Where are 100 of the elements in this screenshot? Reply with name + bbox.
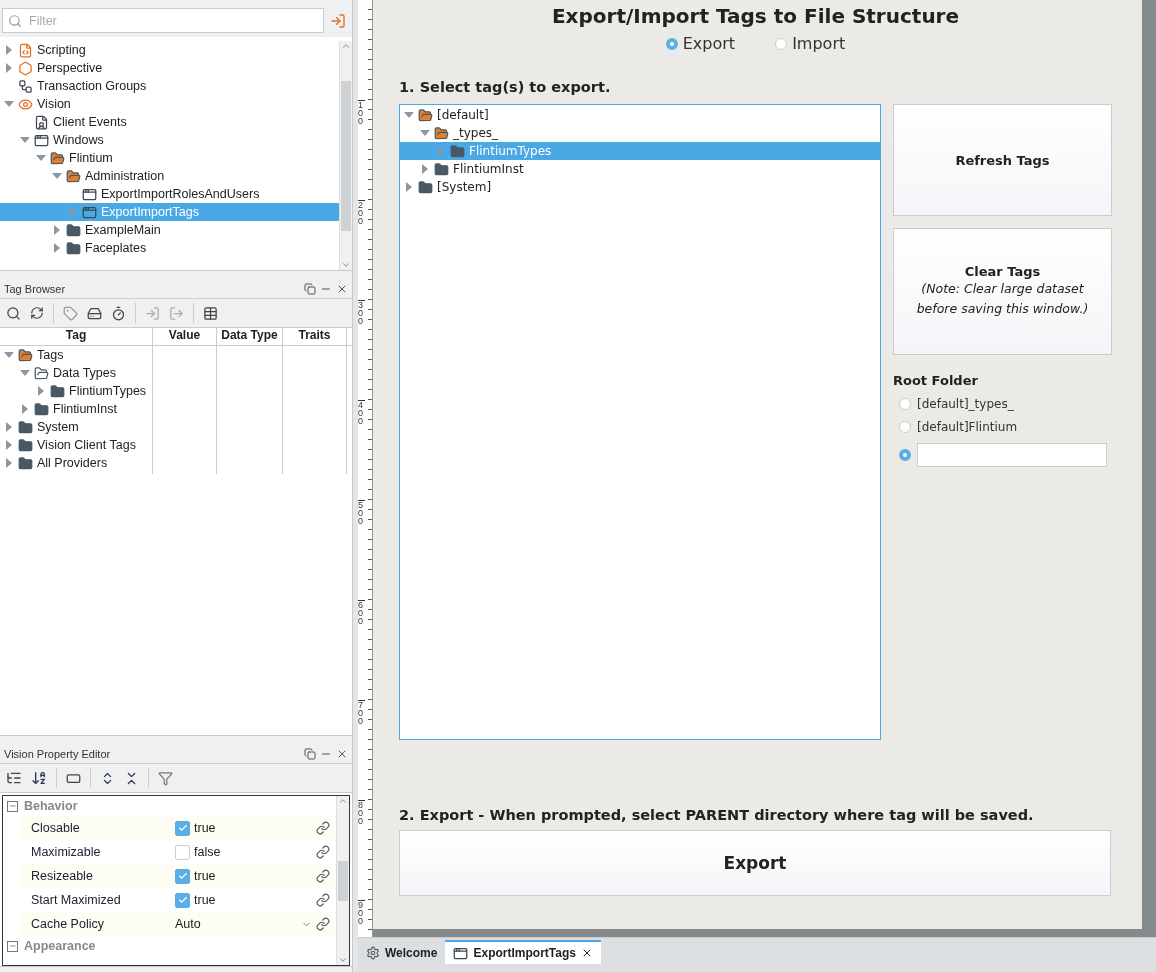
restore-icon[interactable] bbox=[304, 282, 316, 295]
tree-item[interactable]: ExampleMain bbox=[0, 221, 339, 239]
collapse-icon[interactable] bbox=[7, 940, 18, 952]
tree-item[interactable]: [default] bbox=[400, 106, 880, 124]
link-icon[interactable] bbox=[316, 917, 330, 931]
mode-radio[interactable]: Export bbox=[665, 34, 736, 53]
scroll-up-icon[interactable] bbox=[338, 796, 348, 806]
folder-icon bbox=[66, 222, 81, 238]
tree-item[interactable]: Scripting bbox=[0, 41, 339, 59]
scrollbar[interactable] bbox=[339, 41, 352, 270]
scrollbar-thumb[interactable] bbox=[338, 860, 348, 901]
scroll-up-icon[interactable] bbox=[341, 41, 351, 51]
editor-tab[interactable]: Welcome bbox=[358, 940, 446, 964]
link-icon[interactable] bbox=[316, 845, 330, 859]
radio-button[interactable] bbox=[899, 398, 911, 410]
refresh-tags-button[interactable]: Refresh Tags bbox=[893, 104, 1112, 216]
panel-title: Vision Property Editor bbox=[4, 747, 111, 760]
folder-icon bbox=[50, 383, 65, 399]
tree-item[interactable]: Faceplates bbox=[0, 239, 339, 257]
tree-item[interactable]: Client Events bbox=[0, 113, 339, 131]
link-icon[interactable] bbox=[316, 821, 330, 835]
window-icon bbox=[82, 186, 97, 202]
checkbox[interactable] bbox=[175, 868, 190, 884]
ruler-label: 300 bbox=[358, 300, 365, 325]
editor-tab[interactable]: ExportImportTags bbox=[445, 940, 601, 964]
mode-radio[interactable]: Import bbox=[775, 34, 846, 53]
tree-item[interactable]: ExportImportRolesAndUsers bbox=[0, 185, 339, 203]
radio-button[interactable] bbox=[899, 449, 911, 461]
root-folder-input[interactable] bbox=[917, 443, 1107, 467]
drive-icon[interactable] bbox=[87, 305, 102, 321]
folder-icon bbox=[34, 401, 49, 417]
radio-label: [default]Flintium bbox=[917, 420, 1018, 434]
collapse-icon[interactable] bbox=[7, 800, 18, 812]
import-icon[interactable] bbox=[145, 305, 160, 321]
checkbox[interactable] bbox=[175, 844, 190, 860]
filter-field[interactable]: Filter bbox=[2, 8, 324, 33]
scroll-down-icon[interactable] bbox=[338, 955, 348, 965]
folder-icon bbox=[18, 347, 33, 363]
tree-item[interactable]: Flintium bbox=[0, 149, 339, 167]
tag-icon[interactable] bbox=[63, 305, 78, 321]
folder-icon bbox=[18, 437, 33, 453]
column-header[interactable]: Traits bbox=[283, 328, 347, 345]
radio-button[interactable] bbox=[899, 421, 911, 433]
property-value: true bbox=[194, 893, 217, 907]
scrollbar-thumb[interactable] bbox=[341, 80, 351, 231]
group-icon bbox=[18, 78, 33, 94]
tree-item[interactable]: Administration bbox=[0, 167, 339, 185]
radio-label: [default]_types_ bbox=[917, 397, 1014, 411]
folder-icon bbox=[66, 168, 81, 184]
search-icon bbox=[8, 14, 22, 28]
tree-item[interactable]: Transaction Groups bbox=[0, 77, 339, 95]
property-value: false bbox=[194, 845, 222, 859]
tree-item[interactable]: FlintiumInst bbox=[0, 400, 152, 418]
tree-item[interactable]: Data Types bbox=[0, 364, 152, 382]
tree-item[interactable]: Tags bbox=[0, 346, 152, 364]
folder-icon bbox=[18, 455, 33, 471]
category-header[interactable]: Appearance bbox=[3, 936, 336, 956]
column-header[interactable]: Tag bbox=[0, 328, 153, 345]
folder-icon bbox=[418, 179, 433, 195]
window-title: Export/Import Tags to File Structure bbox=[550, 4, 961, 28]
scrollbar[interactable] bbox=[336, 796, 349, 965]
tree-item[interactable]: Vision Client Tags bbox=[0, 436, 152, 454]
timer-icon[interactable] bbox=[111, 305, 126, 321]
categorized-icon[interactable] bbox=[6, 770, 22, 786]
column-header[interactable]: Value bbox=[153, 328, 217, 345]
checkbox[interactable] bbox=[175, 820, 190, 836]
tree-item[interactable]: System bbox=[0, 418, 152, 436]
tree-item[interactable]: [System] bbox=[400, 178, 880, 196]
restore-icon[interactable] bbox=[304, 747, 316, 760]
tree-item[interactable]: FlintiumInst bbox=[400, 160, 880, 178]
property-value: true bbox=[194, 821, 217, 835]
check-icon bbox=[177, 895, 188, 905]
scroll-down-icon[interactable] bbox=[341, 260, 351, 270]
tag-tree[interactable]: [default] _types_ FlintiumTypes FlintiumInst [System] bbox=[399, 104, 881, 740]
link-icon[interactable] bbox=[316, 893, 330, 907]
link-icon[interactable] bbox=[316, 869, 330, 883]
tree-item[interactable]: Windows bbox=[0, 131, 339, 149]
table-icon[interactable] bbox=[203, 305, 218, 321]
tree-item[interactable]: Vision bbox=[0, 95, 339, 113]
step-label: 1. Select tag(s) to export. bbox=[399, 79, 612, 95]
category-header[interactable]: Behavior bbox=[3, 796, 336, 816]
folder-icon bbox=[66, 240, 81, 256]
tree-item[interactable]: Perspective bbox=[0, 59, 339, 77]
folder-icon bbox=[434, 161, 449, 177]
folder-icon bbox=[34, 365, 49, 381]
search-icon[interactable] bbox=[6, 305, 21, 321]
tree-item[interactable]: FlintiumTypes bbox=[0, 382, 152, 400]
filter-icon[interactable] bbox=[158, 770, 173, 786]
hexagon-icon bbox=[18, 60, 33, 76]
tree-item[interactable]: All Providers bbox=[0, 454, 152, 472]
checkbox[interactable] bbox=[175, 892, 190, 908]
clear-tags-button[interactable]: Clear Tags (Note: Clear large dataset before saving this window.) bbox=[893, 228, 1112, 355]
ruler-label: 500 bbox=[358, 500, 365, 525]
column-header[interactable]: Data Type bbox=[217, 328, 283, 345]
sort-icon[interactable] bbox=[31, 770, 47, 786]
export-icon[interactable] bbox=[169, 305, 184, 321]
export-button[interactable]: Export bbox=[399, 830, 1111, 896]
ruler-label: 200 bbox=[358, 200, 365, 225]
refresh-icon[interactable] bbox=[30, 306, 44, 320]
tree-item[interactable]: _types_ bbox=[400, 124, 880, 142]
